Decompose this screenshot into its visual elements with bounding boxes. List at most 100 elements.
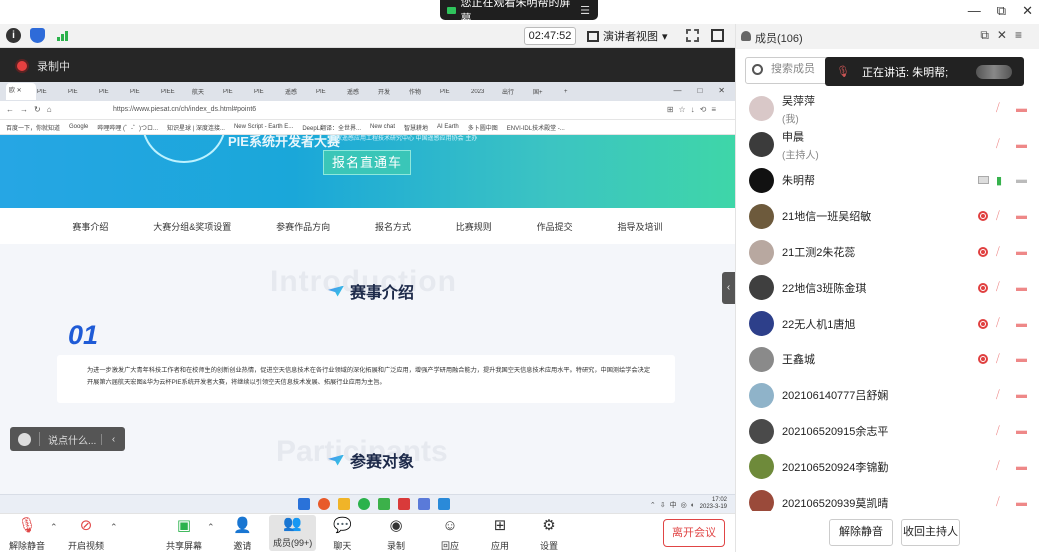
bookmark-item[interactable]: 知识星球 | 深度连接...: [167, 123, 225, 132]
minimize-button[interactable]: —: [968, 3, 981, 19]
mic-off-icon[interactable]: ⧸: [996, 389, 1000, 402]
mic-off-icon[interactable]: ⧸: [996, 317, 1000, 330]
screen-share-indicator[interactable]: 您正在观看朱明帮的屏幕 ☰: [440, 0, 598, 25]
bookmark-item[interactable]: AI Earth: [437, 124, 459, 130]
info-icon[interactable]: i: [6, 28, 21, 43]
browser-tab[interactable]: 作物: [409, 87, 439, 96]
member-row[interactable]: 21工测2朱花蕊 ⧸ ▬: [736, 234, 1039, 270]
share-screen-button[interactable]: ▣ 共享屏幕: [166, 517, 202, 552]
bookmark-item[interactable]: 哔哩哔哩 (゜-゜)つロ...: [97, 123, 158, 132]
signup-button[interactable]: 报名直通车: [323, 150, 411, 175]
browser-tab[interactable]: 遥感: [347, 87, 377, 96]
start-video-button[interactable]: ⊘ 开启视频: [68, 517, 104, 552]
member-row[interactable]: 202106140777吕舒娴 ⧸ ▬: [736, 377, 1039, 413]
browser-tab[interactable]: 2023: [471, 89, 501, 95]
camera-off-icon[interactable]: ▬: [1016, 282, 1027, 294]
mic-off-icon[interactable]: ⧸: [996, 281, 1000, 294]
bookmark-item[interactable]: New Script - Earth E...: [234, 124, 293, 130]
browser-tab[interactable]: PIE: [99, 89, 129, 95]
popout-icon[interactable]: ⧉: [980, 28, 997, 42]
maximize-button[interactable]: ⧉: [997, 3, 1006, 19]
member-row[interactable]: 吴萍萍 (我) ⧸ ▬: [736, 91, 1039, 127]
camera-off-icon[interactable]: ▬: [1016, 246, 1027, 258]
emoji-icon[interactable]: [18, 432, 31, 446]
browser-tab[interactable]: 开发: [378, 87, 408, 96]
signal-icon[interactable]: [56, 28, 71, 43]
toolbar-icons[interactable]: ⊞☆↓⟲≡: [667, 105, 721, 114]
app-icon[interactable]: [438, 498, 450, 510]
subnav-item[interactable]: 报名方式: [375, 220, 411, 233]
member-row[interactable]: 朱明帮 ▮ ▬: [736, 163, 1039, 199]
members-button[interactable]: 👥 成员(99+): [269, 515, 317, 551]
browser-tab[interactable]: 出行: [502, 87, 532, 96]
chevron-up-icon[interactable]: ⌃: [50, 522, 58, 533]
browser-tab[interactable]: 国+: [533, 87, 563, 96]
folder-icon[interactable]: [338, 498, 350, 510]
bookmark-item[interactable]: New chat: [370, 124, 395, 130]
bookmark-item[interactable]: 智慧耕地: [404, 123, 428, 132]
chat-button[interactable]: 💬 聊天: [333, 517, 352, 552]
member-row[interactable]: 申晨 (主持人) ⧸ ▬: [736, 127, 1039, 163]
app-icon[interactable]: [378, 498, 390, 510]
fullscreen-icon[interactable]: [686, 29, 699, 42]
member-row[interactable]: 202106520915余志平 ⧸ ▬: [736, 413, 1039, 449]
member-row[interactable]: 202106520939莫凯晴 ⧸ ▬: [736, 485, 1039, 511]
subnav-item[interactable]: 赛事介绍: [72, 220, 108, 233]
leave-meeting-button[interactable]: 离开会议: [663, 519, 725, 547]
camera-off-icon[interactable]: ▬: [1016, 353, 1027, 365]
chevron-up-icon[interactable]: ⌃: [110, 522, 118, 533]
browser-tab[interactable]: 欧 ✕: [6, 83, 36, 100]
wechat-icon[interactable]: [358, 498, 370, 510]
reclaim-host-button[interactable]: 收回主持人: [901, 519, 960, 546]
mic-off-icon[interactable]: ⧸: [996, 210, 1000, 223]
browser-tab[interactable]: PIE: [440, 89, 470, 95]
mic-on-icon[interactable]: ▮: [996, 174, 1002, 187]
minimize-icon[interactable]: —: [673, 86, 681, 95]
unmute-all-button[interactable]: 解除静音: [829, 519, 893, 546]
menu-icon[interactable]: ≡: [1015, 28, 1030, 42]
mic-off-icon[interactable]: ⧸: [996, 138, 1000, 151]
maximize-icon[interactable]: □: [697, 86, 702, 95]
browser-tab[interactable]: PIEE: [161, 89, 191, 95]
new-tab-button[interactable]: +: [564, 89, 578, 95]
apps-button[interactable]: ⊞ 应用: [491, 517, 509, 552]
nav-buttons[interactable]: ←→↻⌂: [6, 105, 58, 114]
camera-off-icon[interactable]: ▬: [1016, 210, 1027, 222]
mic-off-icon[interactable]: ⧸: [996, 102, 1000, 115]
app-icon[interactable]: [418, 498, 430, 510]
camera-off-icon[interactable]: ▬: [1016, 318, 1027, 330]
browser-tab[interactable]: PIE: [223, 89, 253, 95]
camera-off-icon[interactable]: ▬: [1016, 461, 1027, 473]
chat-quick-input[interactable]: 说点什么... ‹: [10, 427, 125, 451]
member-row[interactable]: 22无人机1唐旭 ⧸ ▬: [736, 306, 1039, 342]
browser-tab[interactable]: PIE: [68, 89, 98, 95]
camera-off-icon[interactable]: ▬: [1016, 103, 1027, 115]
mic-off-icon[interactable]: ⧸: [996, 353, 1000, 366]
camera-off-icon[interactable]: ▬: [1016, 139, 1027, 151]
browser-tab[interactable]: 遥感: [285, 87, 315, 96]
close-icon[interactable]: ✕: [997, 28, 1015, 42]
close-button[interactable]: ✕: [1022, 3, 1033, 19]
browser-icon[interactable]: [318, 498, 330, 510]
view-mode-dropdown[interactable]: 演讲者视图 ▾: [587, 27, 668, 45]
shield-icon[interactable]: [30, 28, 45, 43]
mic-off-icon[interactable]: ⧸: [996, 496, 1000, 509]
invite-button[interactable]: 👤 邀请: [233, 517, 252, 552]
windows-start-icon[interactable]: [298, 498, 310, 510]
camera-off-icon[interactable]: ▬: [1016, 174, 1027, 186]
member-row[interactable]: 王鑫城 ⧸ ▬: [736, 342, 1039, 378]
settings-button[interactable]: ⚙ 设置: [540, 517, 558, 552]
browser-tab[interactable]: PIE: [37, 89, 67, 95]
subnav-item[interactable]: 比赛规则: [456, 220, 492, 233]
unmute-button[interactable]: 🎙︎ 解除静音: [9, 517, 45, 552]
wps-icon[interactable]: [398, 498, 410, 510]
browser-tab[interactable]: PIE: [316, 89, 346, 95]
chevron-up-icon[interactable]: ⌃: [207, 522, 215, 533]
reactions-button[interactable]: ☺ 回应: [441, 517, 459, 552]
record-button[interactable]: ◉ 录制: [387, 517, 405, 552]
member-row[interactable]: 202106520924李锦勤 ⧸ ▬: [736, 449, 1039, 485]
collapse-toggle[interactable]: ‹: [722, 272, 735, 304]
mic-off-icon[interactable]: ⧸: [996, 246, 1000, 259]
camera-off-icon[interactable]: ▬: [1016, 425, 1027, 437]
browser-tab[interactable]: PIE: [130, 89, 160, 95]
